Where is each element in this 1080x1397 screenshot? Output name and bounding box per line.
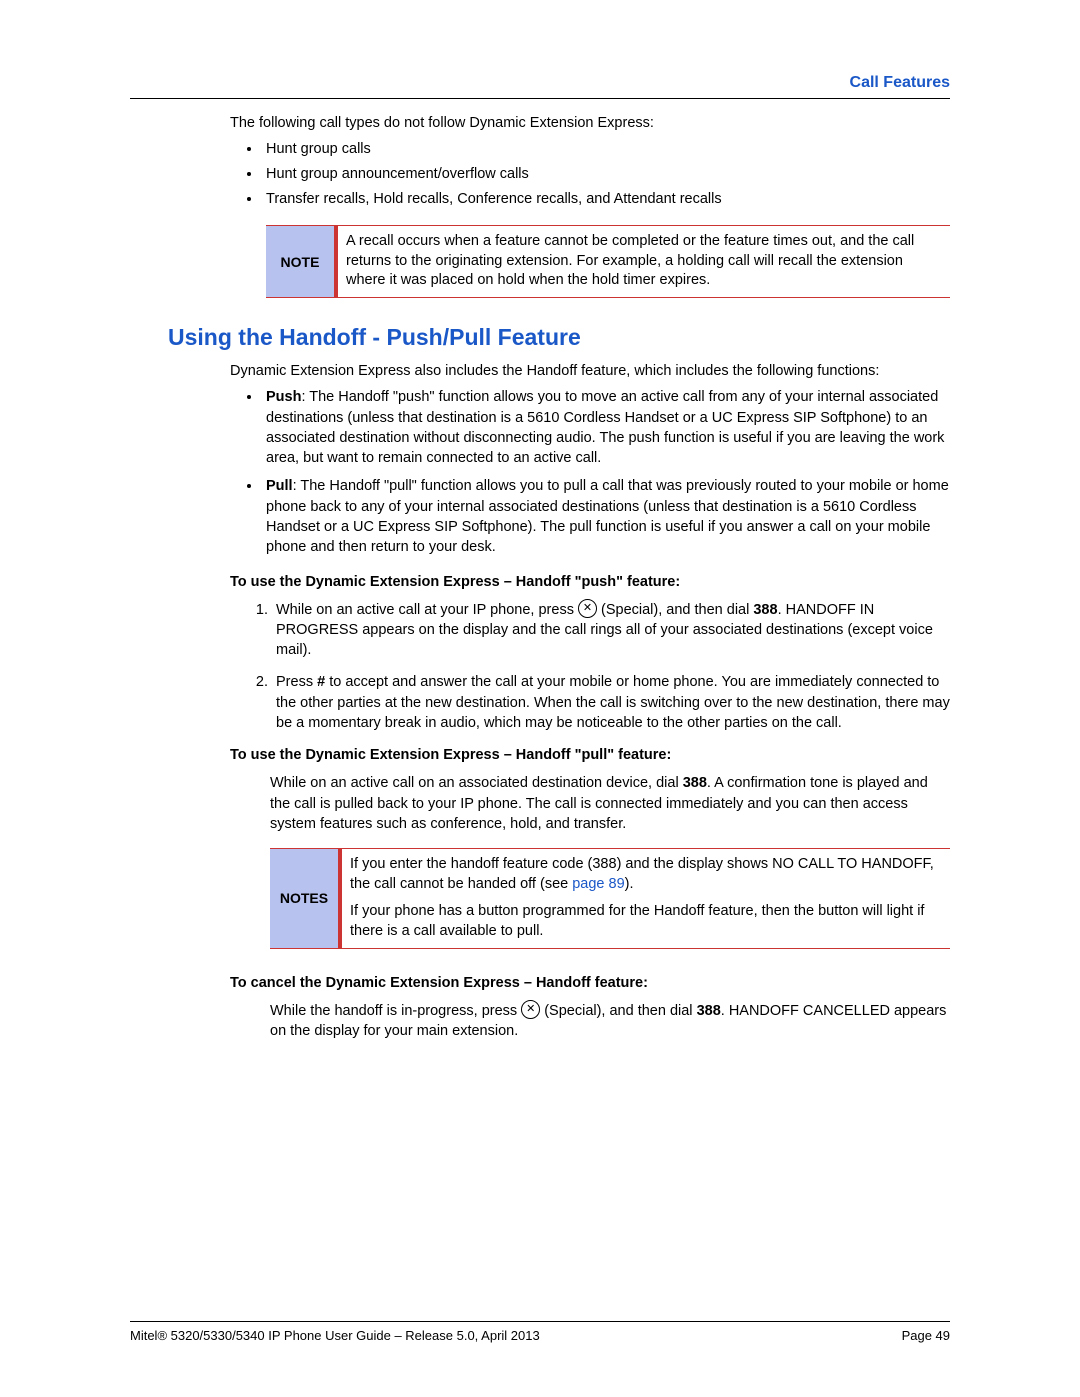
feature-list: Push: The Handoff "push" function allows… (240, 387, 950, 557)
pull-text: : The Handoff "pull" function allows you… (266, 478, 949, 555)
document-page: Call Features The following call types d… (0, 0, 1080, 1383)
note2-p1a: If you enter the handoff feature code (3… (350, 856, 934, 892)
cancel-text: While the handoff is in-progress, press (270, 1003, 521, 1019)
step-item: While on an active call at your IP phone… (272, 600, 950, 661)
notes-box: NOTES If you enter the handoff feature c… (270, 848, 950, 948)
push-lead: Push (266, 389, 301, 405)
page-footer: Mitel® 5320/5330/5340 IP Phone User Guid… (130, 1321, 950, 1343)
cancel-text: (Special), and then dial (540, 1003, 696, 1019)
step-text: (Special), and then dial (597, 602, 753, 618)
list-item: Hunt group calls (262, 137, 950, 162)
cancel-paragraph: While the handoff is in-progress, press … (270, 1001, 950, 1042)
pull-paragraph: While on an active call on an associated… (270, 773, 950, 834)
notes-text: If you enter the handoff feature code (3… (342, 849, 950, 947)
footer-right: Page 49 (902, 1328, 950, 1343)
header-section-title: Call Features (130, 74, 950, 92)
pull-text: While on an active call on an associated… (270, 775, 683, 791)
feature-code: 388 (683, 775, 707, 791)
notes-label: NOTES (270, 849, 338, 947)
note2-p1b: ). (625, 876, 634, 892)
special-key-icon: ✕ (521, 1000, 540, 1019)
excluded-call-types-list: Hunt group calls Hunt group announcement… (240, 137, 950, 211)
note-label: NOTE (266, 226, 334, 297)
note-box: NOTE A recall occurs when a feature cann… (266, 225, 950, 298)
pull-procedure-heading: To use the Dynamic Extension Express – H… (230, 747, 950, 763)
step-text: Press (276, 674, 317, 690)
step-text: While on an active call at your IP phone… (276, 602, 578, 618)
header-divider (130, 98, 950, 99)
list-item: Push: The Handoff "push" function allows… (262, 387, 950, 468)
cancel-procedure-heading: To cancel the Dynamic Extension Express … (230, 975, 950, 991)
footer-left: Mitel® 5320/5330/5340 IP Phone User Guid… (130, 1328, 540, 1343)
key-hash: # (317, 674, 325, 690)
section-heading: Using the Handoff - Push/Pull Feature (168, 324, 950, 351)
note2-p2: If your phone has a button programmed fo… (350, 902, 942, 941)
push-procedure-heading: To use the Dynamic Extension Express – H… (230, 574, 950, 590)
step-text: to accept and answer the call at your mo… (276, 674, 950, 731)
dee-intro: Dynamic Extension Express also includes … (230, 361, 950, 381)
intro-text: The following call types do not follow D… (230, 113, 950, 133)
feature-code: 388 (753, 602, 777, 618)
note-text: A recall occurs when a feature cannot be… (338, 226, 950, 297)
list-item: Pull: The Handoff "pull" function allows… (262, 476, 950, 557)
list-item: Transfer recalls, Hold recalls, Conferen… (262, 187, 950, 212)
feature-code: 388 (697, 1003, 721, 1019)
push-text: : The Handoff "push" function allows you… (266, 389, 944, 466)
list-item: Hunt group announcement/overflow calls (262, 162, 950, 187)
special-key-icon: ✕ (578, 599, 597, 618)
page-link[interactable]: page 89 (572, 876, 624, 892)
pull-lead: Pull (266, 478, 293, 494)
step-item: Press # to accept and answer the call at… (272, 672, 950, 733)
push-steps: While on an active call at your IP phone… (250, 600, 950, 734)
